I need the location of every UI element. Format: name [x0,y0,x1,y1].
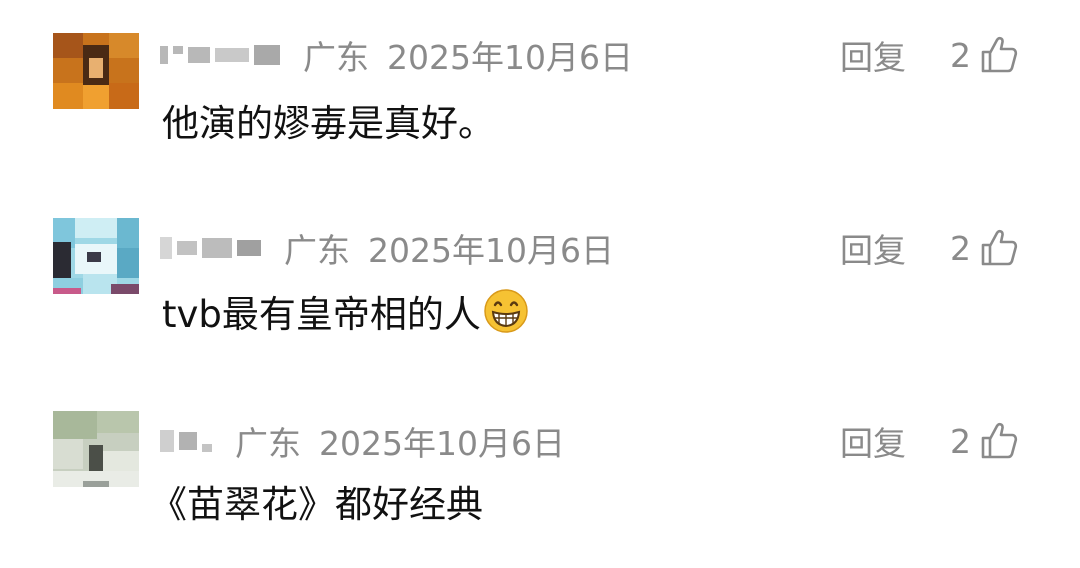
comment-text-content: tvb最有皇帝相的人 [162,293,481,336]
thumbs-up-icon [981,422,1018,459]
grinning-face-icon [484,289,528,333]
like-count: 2 [950,228,971,268]
comment-text: 他演的嫪毐是真好。 [162,95,495,145]
like-count: 2 [950,35,971,75]
region-label: 广东 [235,424,301,463]
like-button[interactable]: 2 [950,223,1019,273]
comment-date: 2025年10月6日 [368,231,614,270]
comment-meta: 广东 2025年10月6日 [160,223,614,273]
username-redacted[interactable] [160,237,266,259]
comment-text-content: 《苗翠花》都好经典 [150,483,483,526]
like-button[interactable]: 2 [950,416,1019,466]
avatar[interactable] [53,218,139,294]
avatar[interactable] [53,33,139,109]
comment-text: tvb最有皇帝相的人 [162,286,529,336]
comment-text: 《苗翠花》都好经典 [150,476,483,526]
comment-item: 广东 2025年10月6日 回复 2 tvb最有皇帝相的人 [0,195,1080,375]
comment-text-content: 他演的嫪毐是真好。 [162,102,495,145]
comment-meta: 广东 2025年10月6日 [160,30,633,80]
thumbs-up-icon [981,229,1018,266]
comment-date: 2025年10月6日 [319,424,565,463]
reply-button[interactable]: 回复 [840,223,906,273]
region-label: 广东 [303,38,369,77]
comment-date: 2025年10月6日 [387,38,633,77]
reply-button[interactable]: 回复 [840,30,906,80]
comment-item: 广东 2025年10月6日 回复 2 《苗翠花》都好经典 [0,388,1080,568]
comment-item: 广东 2025年10月6日 回复 2 他演的嫪毐是真好。 [0,0,1080,180]
avatar[interactable] [53,411,139,487]
username-redacted[interactable] [160,430,217,452]
username-redacted[interactable] [160,45,285,65]
reply-button[interactable]: 回复 [840,416,906,466]
thumbs-up-icon [981,36,1018,73]
like-count: 2 [950,421,971,461]
region-label: 广东 [284,231,350,270]
like-button[interactable]: 2 [950,30,1019,80]
comment-meta: 广东 2025年10月6日 [160,416,565,466]
